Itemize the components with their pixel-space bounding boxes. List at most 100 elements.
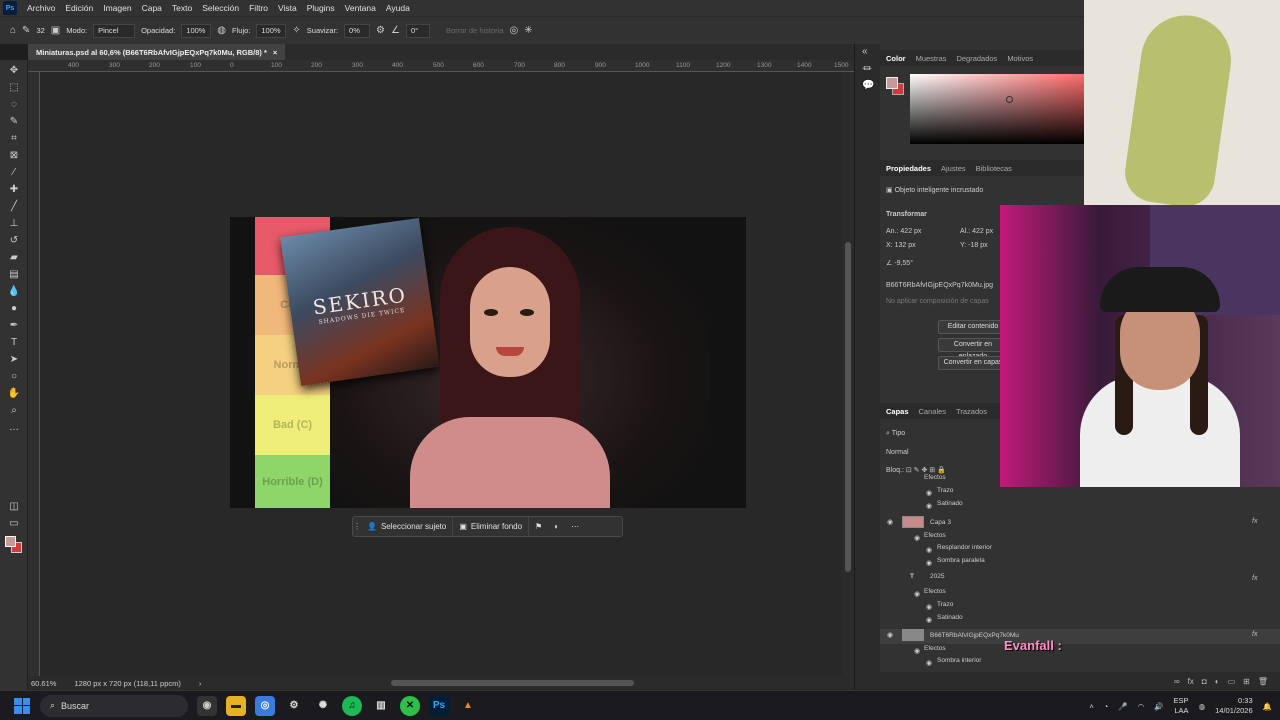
opacidad-field[interactable]: 100%: [181, 23, 212, 38]
menu-ayuda[interactable]: Ayuda: [381, 3, 415, 13]
convert-linked-button[interactable]: Convertir en enlazado: [938, 338, 1008, 360]
zoom-tool-icon[interactable]: ⌕: [6, 404, 22, 418]
eye-icon[interactable]: ◉: [926, 603, 932, 611]
history-brush-icon[interactable]: ↺: [6, 234, 22, 248]
volume-icon[interactable]: 🔊: [1154, 702, 1163, 711]
layer-comp-select[interactable]: No aplicar composición de capas: [886, 298, 989, 305]
discord-icon[interactable]: ◉: [197, 695, 217, 716]
eye-icon[interactable]: ◉: [926, 616, 932, 624]
chrome-icon[interactable]: ◎: [255, 695, 275, 716]
fx-icon[interactable]: fx: [1252, 631, 1257, 638]
network-icon[interactable]: ◔: [1104, 702, 1109, 711]
quick-mask-icon[interactable]: ◫: [6, 500, 22, 514]
screen-mode-icon[interactable]: ▭: [6, 517, 22, 531]
history-icon[interactable]: ⏛: [862, 60, 872, 75]
globe-icon[interactable]: ◍: [1199, 702, 1206, 711]
stamp-tool-icon[interactable]: ⊥: [6, 217, 22, 231]
layer-filter-select[interactable]: ⌕ Tipo: [886, 430, 905, 438]
flag-icon[interactable]: ⚑: [529, 522, 548, 531]
menu-seleccion[interactable]: Selección: [197, 3, 244, 13]
symmetry-icon[interactable]: ✳: [524, 25, 532, 36]
airbrush-icon[interactable]: ✧: [292, 25, 300, 36]
photoshop-logo[interactable]: Ps: [3, 1, 17, 15]
fx-icon[interactable]: fx: [1252, 518, 1257, 525]
select-subject-button[interactable]: 👤 Seleccionar sujeto: [361, 517, 454, 536]
crop-tool-icon[interactable]: ⌗: [6, 132, 22, 146]
menu-capa[interactable]: Capa: [137, 3, 167, 13]
new-layer-icon[interactable]: ⊞: [1243, 677, 1250, 686]
group-icon[interactable]: ▭: [1228, 677, 1236, 686]
photoshop-taskbar-icon[interactable]: Ps: [429, 695, 449, 716]
pressure-opacity-icon[interactable]: ◍: [217, 25, 226, 36]
layer-row-selected[interactable]: ◉ B66T6RbAfvIGjpEQxPq7k0Mu fx: [880, 629, 1280, 644]
lasso-tool-icon[interactable]: ◌: [6, 98, 22, 112]
chevron-up-icon[interactable]: ˄: [1089, 702, 1093, 711]
collapse-icon[interactable]: «: [862, 46, 868, 57]
dodge-tool-icon[interactable]: ●: [6, 302, 22, 316]
layer-row[interactable]: ◉ Trazo: [880, 601, 1280, 614]
fx-icon[interactable]: fx: [1252, 575, 1257, 582]
close-icon[interactable]: ×: [273, 48, 277, 57]
menu-imagen[interactable]: Imagen: [98, 3, 136, 13]
x-field[interactable]: 132 px: [895, 242, 916, 249]
vertical-scrollbar[interactable]: [842, 72, 854, 676]
shape-tool-icon[interactable]: ○: [6, 370, 22, 384]
language-indicator[interactable]: ESP LAA: [1174, 696, 1189, 716]
tab-color[interactable]: Color: [886, 54, 906, 63]
menu-ventana[interactable]: Ventana: [340, 3, 381, 13]
remove-background-button[interactable]: ▣ Eliminar fondo: [453, 517, 530, 536]
foreground-color-swatch[interactable]: [5, 536, 16, 547]
eye-icon[interactable]: ◉: [926, 559, 932, 567]
layer-row[interactable]: ◉ Satinado: [880, 500, 1280, 513]
spotify-icon[interactable]: ♫: [342, 695, 362, 716]
settings-icon[interactable]: ⚙: [284, 696, 304, 716]
menu-vista[interactable]: Vista: [273, 3, 302, 13]
move-tool-icon[interactable]: ✥: [6, 64, 22, 78]
tab-capas[interactable]: Capas: [886, 407, 909, 416]
zoom-level[interactable]: 60.61%: [31, 679, 56, 688]
tab-muestras[interactable]: Muestras: [916, 54, 947, 63]
eye-icon[interactable]: ◉: [926, 546, 932, 554]
lock-icons[interactable]: ⊡ ✎ ✥ ⊞ 🔒: [906, 467, 946, 474]
eye-icon[interactable]: ◉: [926, 659, 932, 667]
notifications-icon[interactable]: 🔔: [1263, 702, 1272, 711]
frame-tool-icon[interactable]: ⊠: [6, 149, 22, 163]
document-tab[interactable]: Miniaturas.psd al 60,6% (B66T6RbAfvIGjpE…: [28, 44, 286, 60]
pen-tool-icon[interactable]: ✒: [6, 319, 22, 333]
home-icon[interactable]: ⌂: [10, 25, 16, 36]
tab-trazados[interactable]: Trazados: [956, 407, 987, 416]
more-options-icon[interactable]: ⋯: [565, 522, 585, 531]
scrollbar-thumb[interactable]: [845, 242, 851, 572]
fx-menu-icon[interactable]: fx: [1188, 677, 1194, 686]
microphone-icon[interactable]: 🎤: [1118, 702, 1127, 711]
blend-mode-select[interactable]: Normal: [886, 449, 909, 456]
tab-bibliotecas[interactable]: Bibliotecas: [976, 164, 1012, 173]
link-icon[interactable]: ∞: [1174, 677, 1180, 686]
obs-icon[interactable]: ✺: [313, 696, 333, 716]
suavizar-field[interactable]: 0%: [344, 23, 371, 38]
tab-ajustes[interactable]: Ajustes: [941, 164, 966, 173]
menu-texto[interactable]: Texto: [167, 3, 197, 13]
tab-canales[interactable]: Canales: [919, 407, 947, 416]
thumbnail-artboard[interactable]: Cool Normal Bad (C) Horrible (D) SEKIRO …: [230, 217, 746, 508]
xbox-icon[interactable]: ✕: [400, 695, 420, 716]
flujo-field[interactable]: 100%: [256, 23, 287, 38]
eye-icon[interactable]: ◉: [926, 502, 932, 510]
vlc-icon[interactable]: ▲: [458, 696, 478, 716]
type-tool-icon[interactable]: T: [6, 336, 22, 350]
layer-row[interactable]: ◉ Sombra paralela: [880, 557, 1280, 570]
modo-select[interactable]: Pincel: [93, 23, 136, 38]
eraser-tool-icon[interactable]: ✎: [22, 25, 30, 36]
color-picker-cursor[interactable]: [1006, 96, 1013, 103]
layer-row[interactable]: ◉ Sombra interior: [880, 657, 1280, 670]
eraser-icon[interactable]: ▰: [6, 251, 22, 265]
mask-icon[interactable]: ◘: [1202, 677, 1207, 686]
adjust-icon[interactable]: ◐: [548, 522, 565, 531]
quick-select-icon[interactable]: ✎: [6, 115, 22, 129]
brush-size[interactable]: 32: [36, 26, 44, 35]
tab-propiedades[interactable]: Propiedades: [886, 164, 931, 173]
hand-tool-icon[interactable]: ✋: [6, 387, 22, 401]
layer-row[interactable]: ◉ Efectos: [880, 588, 1280, 601]
pressure-size-icon[interactable]: ◎: [510, 25, 519, 36]
brush-panel-icon[interactable]: ▣: [51, 25, 60, 36]
